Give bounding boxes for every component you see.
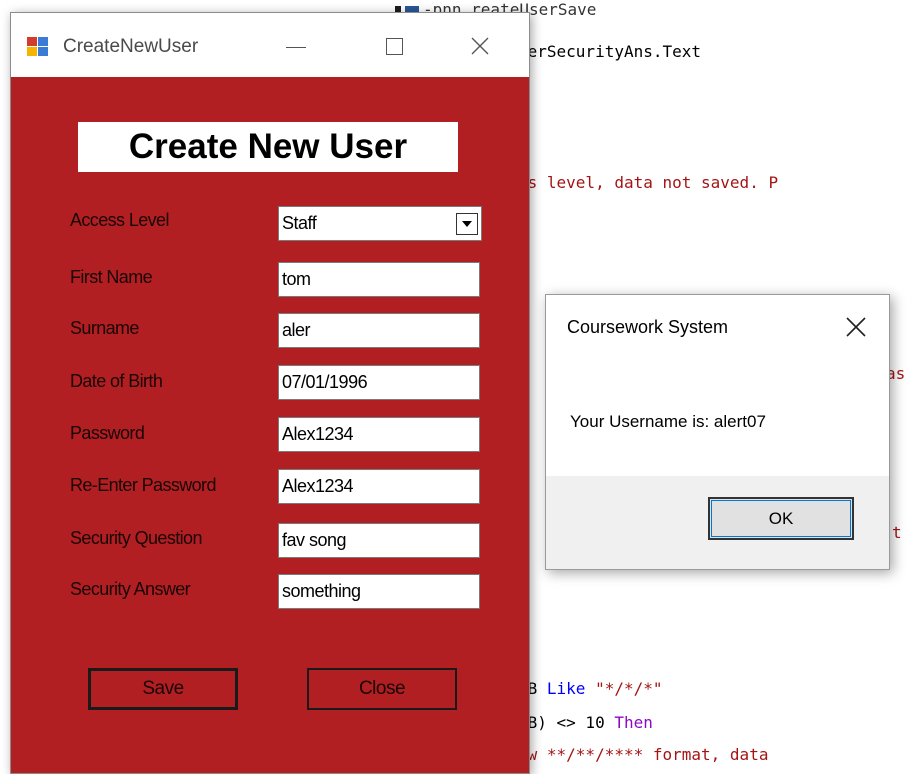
date-of-birth-input[interactable]: 07/01/1996 (278, 365, 480, 400)
app-form-icon (27, 37, 49, 57)
code-line: ss level, data not saved. P (518, 173, 778, 192)
ok-button[interactable]: OK (708, 497, 854, 540)
message-box-dialog: Coursework System Your Username is: aler… (545, 294, 890, 570)
close-button[interactable]: Close (307, 668, 457, 710)
code-string: ss level, data not saved. P (518, 173, 779, 192)
code-keyword: Like (546, 679, 586, 698)
message-box-content: Coursework System Your Username is: aler… (546, 295, 889, 476)
close-icon (846, 317, 866, 337)
code-keyword: Then (614, 713, 653, 732)
close-icon (471, 37, 489, 55)
form-heading: Create New User (78, 122, 458, 172)
first-name-input[interactable]: tom (278, 262, 480, 297)
code-text: oB) <> 10 (518, 713, 615, 732)
security-question-label: Security Question (70, 528, 202, 548)
chevron-down-icon (462, 221, 472, 227)
window-close-button[interactable] (458, 27, 502, 67)
code-line: serSecurityAns.Text (518, 42, 702, 61)
access-level-label: Access Level (70, 210, 169, 230)
access-level-value: Staff (282, 213, 317, 233)
first-name-label: First Name (70, 267, 153, 287)
create-new-user-window: CreateNewUser Create New User Access Lev… (10, 12, 530, 774)
message-box-title: Coursework System (567, 317, 729, 337)
minimize-button[interactable] (274, 27, 318, 67)
dropdown-arrow-button[interactable] (456, 213, 478, 235)
re-enter-password-input[interactable]: Alex1234 (278, 469, 480, 504)
maximize-icon (385, 38, 403, 55)
message-text: Your Username is: alert07 (570, 412, 766, 431)
security-answer-label: Security Answer (70, 579, 191, 599)
code-line: oB) <> 10 Then (518, 713, 653, 732)
security-answer-input[interactable]: something (278, 574, 480, 609)
window-title: CreateNewUser (63, 36, 199, 57)
maximize-button[interactable] (372, 27, 416, 67)
password-label: Password (70, 423, 145, 443)
code-line: oB Like "*/*/*" (518, 679, 663, 698)
code-line: ow **/**/**** format, data (518, 745, 768, 764)
surname-label: Surname (70, 318, 139, 338)
code-string: "*/*/*" (585, 679, 663, 698)
save-button[interactable]: Save (88, 668, 238, 710)
code-string: t (892, 523, 902, 542)
surname-input[interactable]: aler (278, 313, 480, 348)
re-enter-password-label: Re-Enter Password (70, 475, 216, 495)
access-level-select[interactable]: Staff (278, 206, 482, 241)
window-titlebar[interactable]: CreateNewUser (11, 13, 529, 77)
password-input[interactable]: Alex1234 (278, 417, 480, 452)
code-string: ow **/**/**** format, data (518, 745, 769, 764)
security-question-input[interactable]: fav song (278, 523, 480, 558)
minimize-icon (286, 47, 306, 48)
message-box-close-button[interactable] (842, 313, 870, 341)
date-of-birth-label: Date of Birth (70, 371, 163, 391)
